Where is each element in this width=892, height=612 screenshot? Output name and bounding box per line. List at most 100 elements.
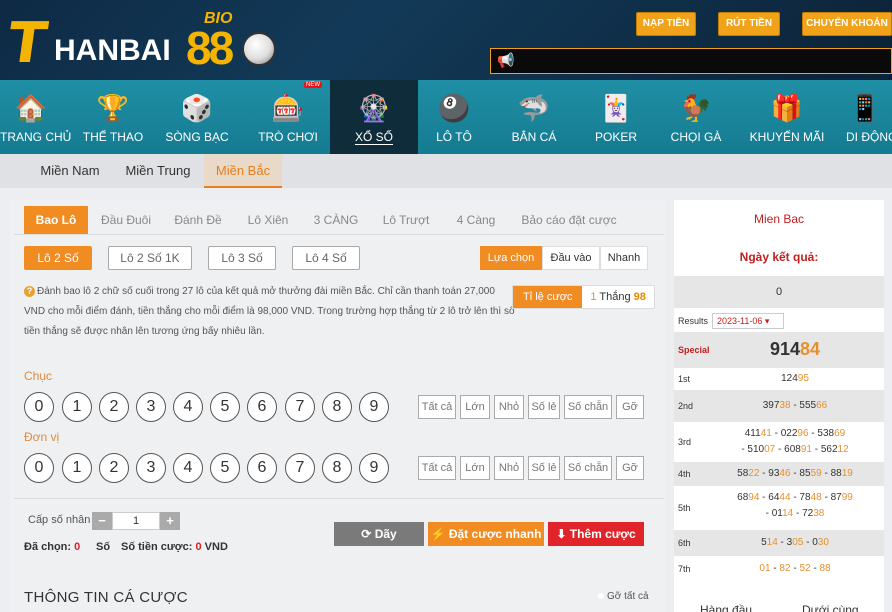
dice-icon: 🎲 <box>180 92 214 123</box>
nav-item-sports[interactable]: 🏆 THỂ THAO <box>78 80 148 154</box>
lo-4-so-button[interactable]: Lô 4 Số <box>292 246 360 270</box>
number-ball[interactable]: 9 <box>359 392 389 422</box>
number-ball[interactable]: 9 <box>359 453 389 483</box>
chosen-label: Đã chọn: <box>24 541 72 553</box>
nav-item-cockfight[interactable]: 🐓 CHỌI GÀ <box>662 80 730 154</box>
site-logo[interactable]: T HANBAI 88 BIO <box>4 10 278 76</box>
number-ball[interactable]: 2 <box>99 392 129 422</box>
sidebar-subtitle: Ngày kết quả: <box>739 250 819 264</box>
number-ball[interactable]: 4 <box>173 453 203 483</box>
lo-3-so-button[interactable]: Lô 3 Số <box>208 246 276 270</box>
rate-value: 1 Thắng 98 <box>582 286 653 308</box>
nav-item-poker[interactable]: 🃏 POKER <box>582 80 650 154</box>
number-ball[interactable]: 6 <box>247 392 277 422</box>
tab-danh-de[interactable]: Đánh Đề <box>166 206 230 234</box>
quick-select-button[interactable]: Số lẻ <box>528 456 560 480</box>
nav-label: KHUYẾN MÃI <box>749 130 825 144</box>
date-select[interactable]: 2023-11-06 ▾ <box>712 313 784 329</box>
prize-label: 7th <box>678 564 691 574</box>
quick-select-button[interactable]: Số chẵn <box>564 456 612 480</box>
clear-all-button[interactable]: Gỡ tất cả <box>598 591 649 602</box>
number-ball[interactable]: 8 <box>322 453 352 483</box>
lo-2-so-1k-button[interactable]: Lô 2 Số 1K <box>108 246 192 270</box>
deposit-button[interactable]: NẠP TIỀN <box>636 12 696 36</box>
tab-lo-truot[interactable]: Lô Trượt <box>374 206 438 234</box>
number-ball[interactable]: 1 <box>62 453 92 483</box>
number-ball[interactable]: 0 <box>24 453 54 483</box>
quick-select-button[interactable]: Lớn <box>460 456 490 480</box>
tab-bet-report[interactable]: Bảo cáo đặt cược <box>514 206 624 234</box>
number-ball[interactable]: 7 <box>285 453 315 483</box>
prize-digit: 01 <box>759 563 771 574</box>
tab-4-cang[interactable]: 4 Càng <box>444 206 508 234</box>
quick-bet-label: Đặt cược nhanh <box>448 527 542 541</box>
prize-digit: 12 <box>837 444 849 455</box>
number-ball[interactable]: 2 <box>99 453 129 483</box>
prize-digit: 19 <box>841 468 853 479</box>
top-link[interactable]: Hàng đầu <box>700 603 752 612</box>
prize-row: 1st 12495 <box>674 368 884 390</box>
nav-label: POKER <box>594 130 637 144</box>
rate-label: Tỉ lệ cược <box>513 286 583 308</box>
nav-item-promotions[interactable]: 🎁 KHUYẾN MÃI <box>746 80 828 154</box>
number-ball[interactable]: 5 <box>210 453 240 483</box>
rate-middle: Thắng <box>596 291 634 303</box>
nav-item-casino[interactable]: 🎲 SÒNG BẠC <box>162 80 232 154</box>
add-bet-button[interactable]: ⬇ Thêm cược <box>548 522 644 546</box>
bottom-link[interactable]: Dưới cùng <box>802 603 859 612</box>
lo-2-so-button[interactable]: Lô 2 Số <box>24 246 92 270</box>
minus-button[interactable]: − <box>92 512 112 530</box>
nav-item-loto[interactable]: 🎱 LÔ TÔ <box>420 80 488 154</box>
mode-select-button[interactable]: Lựa chọn <box>480 246 542 270</box>
prize-digit: 94 <box>748 492 760 503</box>
quick-bet-button[interactable]: ⚡ Đặt cược nhanh <box>428 522 544 546</box>
nav-item-mobile[interactable]: 📱 DI ĐỘNG <box>838 80 892 154</box>
withdraw-button[interactable]: RÚT TIỀN <box>718 12 780 36</box>
quick-select-button[interactable]: Tất cả <box>418 395 456 419</box>
prize-digit: - 87 <box>821 492 842 503</box>
number-ball[interactable]: 0 <box>24 392 54 422</box>
number-ball[interactable]: 4 <box>173 392 203 422</box>
number-ball[interactable]: 6 <box>247 453 277 483</box>
lottery-drum-icon: 🎡 <box>357 92 391 123</box>
tab-bao-lo[interactable]: Bao Lô <box>24 206 88 234</box>
nav-item-games[interactable]: 🎰 TRÒ CHƠI NEW <box>248 80 328 154</box>
tab-mien-bac[interactable]: Miền Bắc <box>204 154 282 188</box>
mode-quick-button[interactable]: Nhanh <box>600 246 648 270</box>
multiplier-input[interactable]: 1 <box>112 512 160 530</box>
quick-select-button[interactable]: Gỡ <box>616 395 644 419</box>
quick-select-button[interactable]: Số chẵn <box>564 395 612 419</box>
tab-dau-duoi[interactable]: Đầu Đuôi <box>94 206 158 234</box>
prize-digit: 22 <box>748 468 760 479</box>
quick-select-button[interactable]: Nhỏ <box>494 456 524 480</box>
tab-3-cang[interactable]: 3 CÀNG <box>304 206 368 234</box>
prize-digit: 124 <box>781 373 798 384</box>
quick-select-button[interactable]: Tất cả <box>418 456 456 480</box>
quick-select-button[interactable]: Gỡ <box>616 456 644 480</box>
prize-digit: 41 <box>760 428 772 439</box>
plus-button[interactable]: + <box>160 512 180 530</box>
number-ball[interactable]: 7 <box>285 392 315 422</box>
soccer-ball-icon <box>242 32 276 66</box>
quick-select-button[interactable]: Số lẻ <box>528 395 560 419</box>
prize-numbers: 39738 - 55566 <box>706 400 884 412</box>
number-ball[interactable]: 1 <box>62 392 92 422</box>
nav-item-lottery[interactable]: 🎡 XỔ SỐ <box>330 80 418 154</box>
sidebar-title: Mien Bac <box>753 212 805 226</box>
transfer-button[interactable]: CHUYỂN KHOẢN <box>802 12 892 36</box>
number-ball[interactable]: 8 <box>322 392 352 422</box>
clear-button[interactable]: ⟳ Dãy <box>334 522 424 546</box>
nav-label: SÒNG BẠC <box>165 130 229 144</box>
number-ball[interactable]: 3 <box>136 453 166 483</box>
tab-mien-trung[interactable]: Miền Trung <box>118 154 198 188</box>
quick-select-button[interactable]: Lớn <box>460 395 490 419</box>
quick-select-button[interactable]: Nhỏ <box>494 395 524 419</box>
mode-input-button[interactable]: Đầu vào <box>542 246 600 270</box>
number-ball[interactable]: 3 <box>136 392 166 422</box>
chosen-count: 0 <box>74 541 81 553</box>
number-ball[interactable]: 5 <box>210 392 240 422</box>
tab-lo-xien[interactable]: Lô Xiên <box>236 206 300 234</box>
nav-item-home[interactable]: 🏠 TRANG CHỦ <box>0 80 71 154</box>
nav-item-fishing[interactable]: 🦈 BẮN CÁ <box>500 80 568 154</box>
tab-mien-nam[interactable]: Miền Nam <box>30 154 110 188</box>
